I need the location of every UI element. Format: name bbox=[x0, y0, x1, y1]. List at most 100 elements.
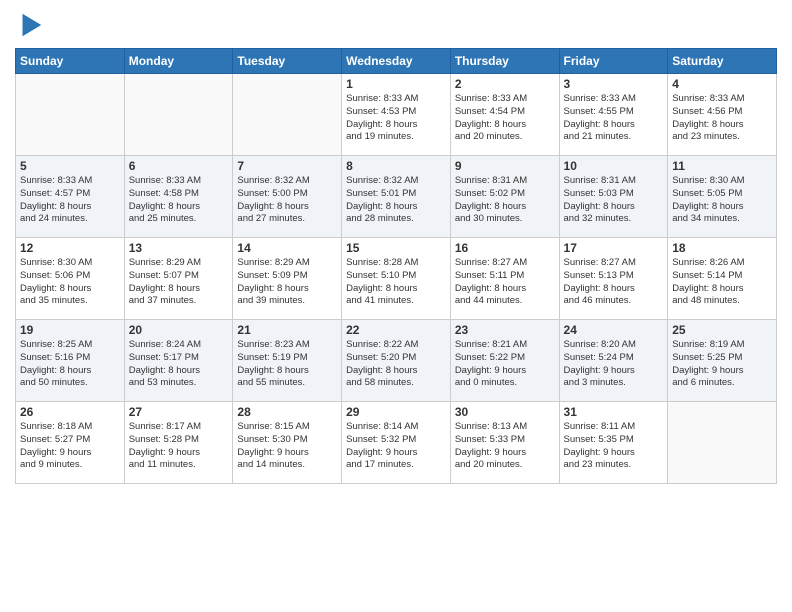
day-info: Sunrise: 8:24 AM Sunset: 5:17 PM Dayligh… bbox=[129, 339, 229, 390]
week-row-4: 19 Sunrise: 8:25 AM Sunset: 5:16 PM Dayli… bbox=[16, 320, 777, 402]
calendar-cell: 6Sunrise: 8:33 AM Sunset: 4:58 PM Daylig… bbox=[124, 156, 233, 238]
calendar-cell: 25 Sunrise: 8:19 AM Sunset: 5:25 PM Dayli… bbox=[668, 320, 777, 402]
day-number: 7 bbox=[237, 159, 337, 173]
day-info: Sunrise: 8:11 AM Sunset: 5:35 PM Dayligh… bbox=[564, 421, 664, 472]
day-info: Sunrise: 8:33 AM Sunset: 4:54 PM Dayligh… bbox=[455, 93, 555, 144]
day-info: Sunrise: 8:32 AM Sunset: 5:00 PM Dayligh… bbox=[237, 175, 337, 226]
day-info: Sunrise: 8:28 AM Sunset: 5:10 PM Dayligh… bbox=[346, 257, 446, 308]
day-number: 29 bbox=[346, 405, 446, 419]
day-info: Sunrise: 8:32 AM Sunset: 5:01 PM Dayligh… bbox=[346, 175, 446, 226]
day-info: Sunrise: 8:33 AM Sunset: 4:55 PM Dayligh… bbox=[564, 93, 664, 144]
day-info: Sunrise: 8:29 AM Sunset: 5:09 PM Dayligh… bbox=[237, 257, 337, 308]
calendar-cell: 28 Sunrise: 8:15 AM Sunset: 5:30 PM Dayli… bbox=[233, 402, 342, 484]
weekday-header-wednesday: Wednesday bbox=[342, 49, 451, 74]
day-info: Sunrise: 8:20 AM Sunset: 5:24 PM Dayligh… bbox=[564, 339, 664, 390]
day-info: Sunrise: 8:22 AM Sunset: 5:20 PM Dayligh… bbox=[346, 339, 446, 390]
calendar-table: SundayMondayTuesdayWednesdayThursdayFrid… bbox=[15, 48, 777, 484]
day-info: Sunrise: 8:31 AM Sunset: 5:02 PM Dayligh… bbox=[455, 175, 555, 226]
day-number: 10 bbox=[564, 159, 664, 173]
calendar-cell: 1Sunrise: 8:33 AM Sunset: 4:53 PM Daylig… bbox=[342, 74, 451, 156]
weekday-header-row: SundayMondayTuesdayWednesdayThursdayFrid… bbox=[16, 49, 777, 74]
day-info: Sunrise: 8:15 AM Sunset: 5:30 PM Dayligh… bbox=[237, 421, 337, 472]
calendar-cell: 10Sunrise: 8:31 AM Sunset: 5:03 PM Dayli… bbox=[559, 156, 668, 238]
week-row-5: 26Sunrise: 8:18 AM Sunset: 5:27 PM Dayli… bbox=[16, 402, 777, 484]
logo-icon bbox=[15, 10, 45, 40]
calendar-cell bbox=[124, 74, 233, 156]
day-number: 15 bbox=[346, 241, 446, 255]
day-number: 16 bbox=[455, 241, 555, 255]
weekday-header-thursday: Thursday bbox=[450, 49, 559, 74]
day-number: 31 bbox=[564, 405, 664, 419]
day-info: Sunrise: 8:27 AM Sunset: 5:11 PM Dayligh… bbox=[455, 257, 555, 308]
weekday-header-sunday: Sunday bbox=[16, 49, 125, 74]
calendar-cell: 30 Sunrise: 8:13 AM Sunset: 5:33 PM Dayli… bbox=[450, 402, 559, 484]
day-info: Sunrise: 8:26 AM Sunset: 5:14 PM Dayligh… bbox=[672, 257, 772, 308]
day-number: 24 bbox=[564, 323, 664, 337]
day-number: 19 bbox=[20, 323, 120, 337]
day-number: 26 bbox=[20, 405, 120, 419]
day-info: Sunrise: 8:29 AM Sunset: 5:07 PM Dayligh… bbox=[129, 257, 229, 308]
calendar-cell: 22 Sunrise: 8:22 AM Sunset: 5:20 PM Dayli… bbox=[342, 320, 451, 402]
day-number: 18 bbox=[672, 241, 772, 255]
calendar-cell: 15 Sunrise: 8:28 AM Sunset: 5:10 PM Dayli… bbox=[342, 238, 451, 320]
day-info: Sunrise: 8:33 AM Sunset: 4:53 PM Dayligh… bbox=[346, 93, 446, 144]
weekday-header-saturday: Saturday bbox=[668, 49, 777, 74]
day-info: Sunrise: 8:30 AM Sunset: 5:05 PM Dayligh… bbox=[672, 175, 772, 226]
day-number: 30 bbox=[455, 405, 555, 419]
day-info: Sunrise: 8:25 AM Sunset: 5:16 PM Dayligh… bbox=[20, 339, 120, 390]
day-number: 22 bbox=[346, 323, 446, 337]
day-info: Sunrise: 8:33 AM Sunset: 4:57 PM Dayligh… bbox=[20, 175, 120, 226]
calendar-cell: 16 Sunrise: 8:27 AM Sunset: 5:11 PM Dayli… bbox=[450, 238, 559, 320]
day-info: Sunrise: 8:23 AM Sunset: 5:19 PM Dayligh… bbox=[237, 339, 337, 390]
day-number: 20 bbox=[129, 323, 229, 337]
page: SundayMondayTuesdayWednesdayThursdayFrid… bbox=[0, 0, 792, 612]
day-info: Sunrise: 8:17 AM Sunset: 5:28 PM Dayligh… bbox=[129, 421, 229, 472]
day-number: 11 bbox=[672, 159, 772, 173]
day-number: 27 bbox=[129, 405, 229, 419]
calendar-cell: 4 Sunrise: 8:33 AM Sunset: 4:56 PM Daylig… bbox=[668, 74, 777, 156]
day-number: 5 bbox=[20, 159, 120, 173]
calendar-cell: 18 Sunrise: 8:26 AM Sunset: 5:14 PM Dayli… bbox=[668, 238, 777, 320]
day-number: 28 bbox=[237, 405, 337, 419]
day-number: 3 bbox=[564, 77, 664, 91]
weekday-header-monday: Monday bbox=[124, 49, 233, 74]
calendar-cell: 3 Sunrise: 8:33 AM Sunset: 4:55 PM Daylig… bbox=[559, 74, 668, 156]
calendar-cell: 11 Sunrise: 8:30 AM Sunset: 5:05 PM Dayli… bbox=[668, 156, 777, 238]
calendar-cell: 5 Sunrise: 8:33 AM Sunset: 4:57 PM Daylig… bbox=[16, 156, 125, 238]
day-number: 25 bbox=[672, 323, 772, 337]
calendar-cell bbox=[16, 74, 125, 156]
calendar-cell: 29 Sunrise: 8:14 AM Sunset: 5:32 PM Dayli… bbox=[342, 402, 451, 484]
calendar-cell bbox=[668, 402, 777, 484]
calendar-cell: 2Sunrise: 8:33 AM Sunset: 4:54 PM Daylig… bbox=[450, 74, 559, 156]
weekday-header-friday: Friday bbox=[559, 49, 668, 74]
calendar-cell: 19 Sunrise: 8:25 AM Sunset: 5:16 PM Dayli… bbox=[16, 320, 125, 402]
calendar-cell: 7 Sunrise: 8:32 AM Sunset: 5:00 PM Daylig… bbox=[233, 156, 342, 238]
calendar-cell: 27 Sunrise: 8:17 AM Sunset: 5:28 PM Dayli… bbox=[124, 402, 233, 484]
day-number: 4 bbox=[672, 77, 772, 91]
day-number: 9 bbox=[455, 159, 555, 173]
day-info: Sunrise: 8:13 AM Sunset: 5:33 PM Dayligh… bbox=[455, 421, 555, 472]
day-info: Sunrise: 8:19 AM Sunset: 5:25 PM Dayligh… bbox=[672, 339, 772, 390]
day-number: 23 bbox=[455, 323, 555, 337]
calendar-cell: 14 Sunrise: 8:29 AM Sunset: 5:09 PM Dayli… bbox=[233, 238, 342, 320]
calendar-cell: 13 Sunrise: 8:29 AM Sunset: 5:07 PM Dayli… bbox=[124, 238, 233, 320]
header bbox=[15, 10, 777, 40]
day-info: Sunrise: 8:21 AM Sunset: 5:22 PM Dayligh… bbox=[455, 339, 555, 390]
day-number: 14 bbox=[237, 241, 337, 255]
calendar-cell: 26Sunrise: 8:18 AM Sunset: 5:27 PM Dayli… bbox=[16, 402, 125, 484]
calendar-cell: 31 Sunrise: 8:11 AM Sunset: 5:35 PM Dayli… bbox=[559, 402, 668, 484]
logo bbox=[15, 10, 49, 40]
week-row-3: 12Sunrise: 8:30 AM Sunset: 5:06 PM Dayli… bbox=[16, 238, 777, 320]
day-info: Sunrise: 8:14 AM Sunset: 5:32 PM Dayligh… bbox=[346, 421, 446, 472]
day-info: Sunrise: 8:27 AM Sunset: 5:13 PM Dayligh… bbox=[564, 257, 664, 308]
day-number: 12 bbox=[20, 241, 120, 255]
day-number: 13 bbox=[129, 241, 229, 255]
day-info: Sunrise: 8:33 AM Sunset: 4:56 PM Dayligh… bbox=[672, 93, 772, 144]
calendar-cell: 17Sunrise: 8:27 AM Sunset: 5:13 PM Dayli… bbox=[559, 238, 668, 320]
week-row-1: 1Sunrise: 8:33 AM Sunset: 4:53 PM Daylig… bbox=[16, 74, 777, 156]
calendar-cell: 21Sunrise: 8:23 AM Sunset: 5:19 PM Dayli… bbox=[233, 320, 342, 402]
weekday-header-tuesday: Tuesday bbox=[233, 49, 342, 74]
calendar-cell bbox=[233, 74, 342, 156]
calendar-cell: 12Sunrise: 8:30 AM Sunset: 5:06 PM Dayli… bbox=[16, 238, 125, 320]
day-info: Sunrise: 8:33 AM Sunset: 4:58 PM Dayligh… bbox=[129, 175, 229, 226]
